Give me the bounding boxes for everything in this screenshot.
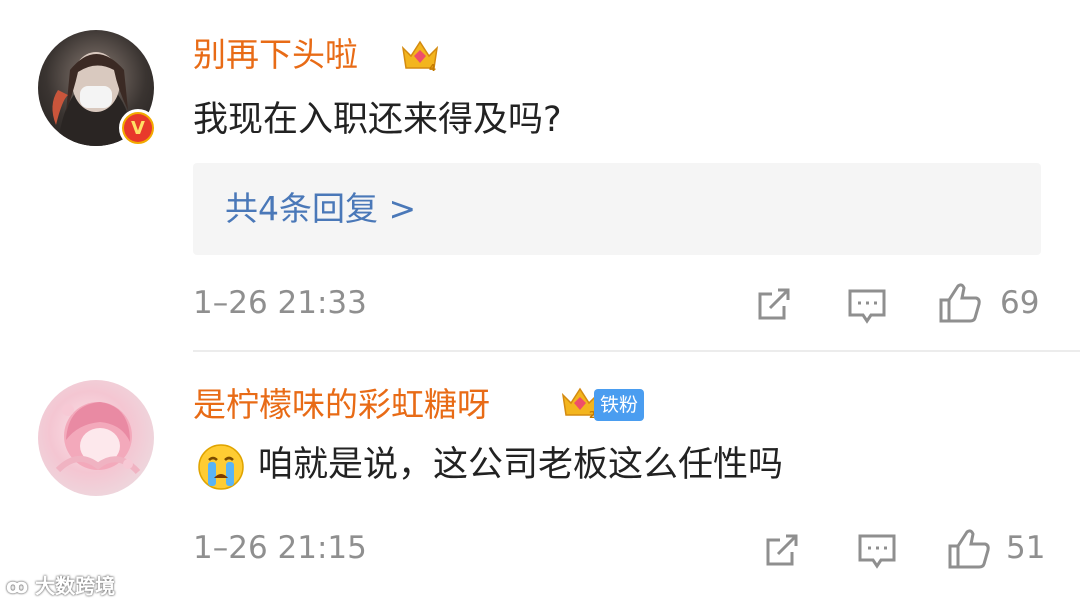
view-replies-link[interactable]: 共4条回复 > (225, 187, 416, 231)
comment-text: 咱就是说，这公司老板这么任性吗 (258, 445, 784, 485)
like-count: 51 (1006, 530, 1046, 566)
fan-badge: 铁粉 (594, 389, 645, 421)
comment-timestamp: 1–26 21:33 (193, 285, 367, 321)
comment-icon[interactable] (857, 531, 897, 571)
like-thumb-icon[interactable] (947, 526, 991, 570)
username[interactable]: 别再下头啦 (193, 35, 358, 75)
user-avatar[interactable] (38, 380, 154, 496)
watermark: ꝏ 大数跨境 (6, 574, 116, 598)
crying-face-emoji-icon (198, 444, 244, 490)
watermark-logo-icon: ꝏ (6, 574, 36, 598)
crown-badge-icon: 4 (401, 40, 439, 74)
comment-item: V 别再下头啦 4 我现在入职还来得及吗? 共4条回复 > 1–26 21:33… (0, 0, 1080, 350)
username[interactable]: 是柠檬味的彩虹糖呀 (193, 385, 490, 425)
share-icon[interactable] (754, 284, 794, 324)
svg-text:4: 4 (429, 63, 436, 74)
share-icon[interactable] (762, 530, 802, 570)
comment-timestamp: 1–26 21:15 (193, 530, 367, 566)
comment-text: 我现在入职还来得及吗? (193, 100, 562, 140)
comment-item: 是柠檬味的彩虹糖呀 2 铁粉 咱就是说，这公司老板这么任性吗 1–26 21:1… (0, 352, 1080, 606)
replies-box[interactable]: 共4条回复 > (193, 163, 1041, 255)
comment-icon[interactable] (847, 286, 887, 326)
like-count: 69 (1000, 285, 1040, 321)
verified-badge-icon: V (119, 109, 157, 147)
like-thumb-icon[interactable] (938, 280, 982, 324)
